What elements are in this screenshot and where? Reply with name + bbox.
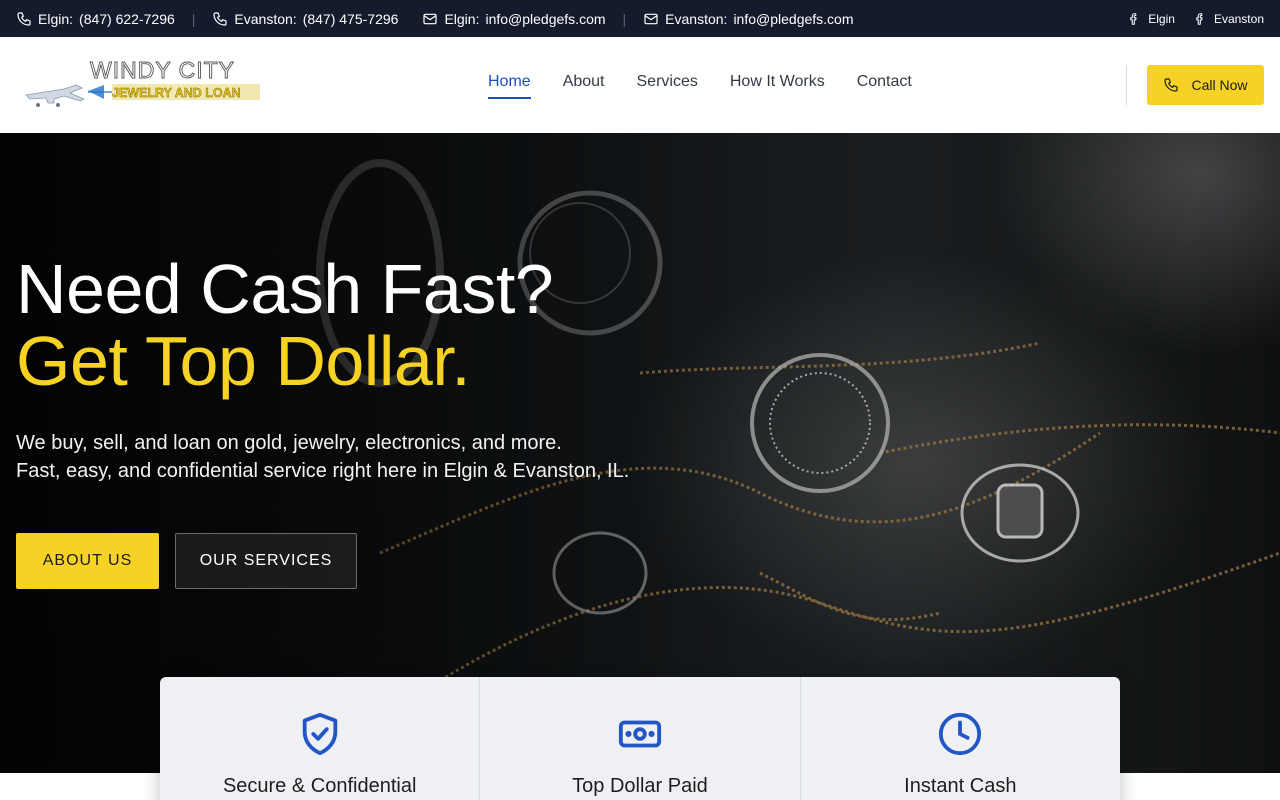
feature-title: Secure & Confidential	[222, 775, 417, 797]
feature-item: Secure & Confidential	[160, 677, 481, 800]
main-nav: Home About Services How It Works Contact	[488, 73, 912, 99]
hero-subtitle: We buy, sell, and loan on gold, jewelry,…	[16, 429, 629, 485]
social-links: Elgin Evanston	[1127, 12, 1264, 26]
contact-label: Elgin:	[38, 10, 74, 27]
facebook-elgin-link[interactable]: Elgin	[1127, 12, 1175, 26]
divider: |	[191, 10, 196, 27]
facebook-icon	[1196, 12, 1203, 25]
nav-about[interactable]: About	[563, 73, 605, 99]
contact-evanston-phone[interactable]: Evanston: (847) 475-7296	[212, 11, 398, 27]
contact-value: (847) 475-7296	[302, 10, 399, 27]
contact-value: info@pledgefs.com	[485, 10, 606, 27]
facebook-icon	[1130, 12, 1137, 25]
features-card: Secure & Confidential Top Dollar Paid In…	[160, 677, 1120, 800]
about-us-button[interactable]: ABOUT US	[16, 533, 159, 589]
logo-subtitle: JEWELRY AND LOAN	[112, 86, 241, 100]
contact-label: Evanston:	[665, 10, 728, 27]
hero-title: Need Cash Fast? Get Top Dollar.	[16, 250, 554, 400]
cash-icon	[618, 720, 662, 748]
feature-item: Top Dollar Paid	[480, 677, 801, 800]
divider: |	[622, 10, 627, 27]
header-divider	[1126, 65, 1127, 105]
facebook-evanston-link[interactable]: Evanston	[1193, 12, 1264, 26]
nav-contact[interactable]: Contact	[857, 73, 912, 99]
contact-value: info@pledgefs.com	[733, 10, 854, 27]
contact-elgin-email[interactable]: Elgin: info@pledgefs.com	[422, 10, 606, 27]
hero-subtitle-line1: We buy, sell, and loan on gold, jewelry,…	[16, 432, 562, 454]
feature-title: Top Dollar Paid	[572, 775, 708, 797]
contact-evanston-email[interactable]: Evanston: info@pledgefs.com	[643, 10, 854, 27]
contact-elgin-phone[interactable]: Elgin: (847) 622-7296	[16, 11, 175, 27]
social-label: Evanston	[1213, 11, 1264, 26]
hero-subtitle-line2: Fast, easy, and confidential service rig…	[16, 460, 630, 482]
phone-icon	[17, 11, 31, 26]
nav-how-it-works[interactable]: How It Works	[730, 73, 825, 99]
phone-icon	[213, 11, 228, 26]
feature-item: Instant Cash	[801, 677, 1120, 800]
contact-value: (847) 622-7296	[79, 10, 175, 27]
logo-title: WINDY CITY	[90, 57, 235, 83]
mail-icon	[644, 13, 658, 24]
call-now-button[interactable]: Call Now	[1147, 65, 1264, 105]
shield-check-icon	[302, 712, 337, 756]
clock-icon	[939, 712, 982, 756]
call-now-label: Call Now	[1191, 77, 1248, 93]
contact-label: Elgin:	[444, 10, 480, 27]
nav-home[interactable]: Home	[488, 73, 531, 99]
phone-icon	[1164, 78, 1179, 92]
our-services-button[interactable]: OUR SERVICES	[175, 533, 357, 589]
site-header: WINDY CITY JEWELRY AND LOAN Home About S…	[0, 37, 1280, 133]
nav-services[interactable]: Services	[637, 73, 698, 99]
hero-title-accent: Get Top Dollar.	[16, 322, 471, 400]
mail-icon	[423, 13, 438, 24]
site-logo[interactable]: WINDY CITY JEWELRY AND LOAN	[24, 55, 266, 115]
social-label: Elgin	[1148, 11, 1175, 26]
airplane-icon	[25, 84, 114, 107]
feature-title: Instant Cash	[904, 775, 1017, 797]
hero-title-line1: Need Cash Fast?	[16, 250, 554, 328]
contact-label: Evanston:	[234, 10, 297, 27]
top-contact-bar: Elgin: (847) 622-7296 | Evanston: (847) …	[0, 0, 1280, 37]
